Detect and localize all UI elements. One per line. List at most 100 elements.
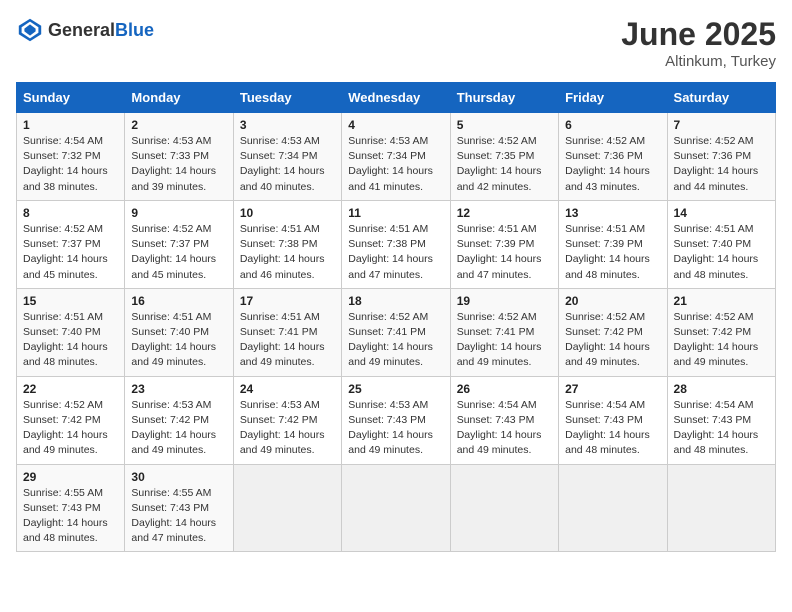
table-row: [667, 464, 775, 552]
day-number: 12: [457, 206, 552, 220]
day-number: 7: [674, 118, 769, 132]
day-number: 4: [348, 118, 443, 132]
day-number: 21: [674, 294, 769, 308]
day-info: Sunrise: 4:51 AMSunset: 7:40 PMDaylight:…: [131, 310, 226, 371]
col-monday: Monday: [125, 83, 233, 113]
col-tuesday: Tuesday: [233, 83, 341, 113]
day-info: Sunrise: 4:52 AMSunset: 7:36 PMDaylight:…: [565, 134, 660, 195]
day-info: Sunrise: 4:51 AMSunset: 7:40 PMDaylight:…: [674, 222, 769, 283]
table-row: 19 Sunrise: 4:52 AMSunset: 7:41 PMDayligh…: [450, 288, 558, 376]
day-info: Sunrise: 4:52 AMSunset: 7:35 PMDaylight:…: [457, 134, 552, 195]
table-row: 15 Sunrise: 4:51 AMSunset: 7:40 PMDayligh…: [17, 288, 125, 376]
day-number: 2: [131, 118, 226, 132]
table-row: 14 Sunrise: 4:51 AMSunset: 7:40 PMDayligh…: [667, 200, 775, 288]
day-info: Sunrise: 4:53 AMSunset: 7:34 PMDaylight:…: [240, 134, 335, 195]
month-year-title: June 2025: [621, 16, 776, 53]
table-row: 7 Sunrise: 4:52 AMSunset: 7:36 PMDaylight…: [667, 113, 775, 201]
day-number: 13: [565, 206, 660, 220]
logo-blue: Blue: [115, 20, 154, 40]
table-row: 2 Sunrise: 4:53 AMSunset: 7:33 PMDaylight…: [125, 113, 233, 201]
day-number: 16: [131, 294, 226, 308]
day-info: Sunrise: 4:54 AMSunset: 7:43 PMDaylight:…: [674, 398, 769, 459]
table-row: 30 Sunrise: 4:55 AMSunset: 7:43 PMDayligh…: [125, 464, 233, 552]
calendar-week-2: 8 Sunrise: 4:52 AMSunset: 7:37 PMDaylight…: [17, 200, 776, 288]
day-number: 23: [131, 382, 226, 396]
table-row: 16 Sunrise: 4:51 AMSunset: 7:40 PMDayligh…: [125, 288, 233, 376]
logo-icon: [16, 16, 44, 44]
table-row: 17 Sunrise: 4:51 AMSunset: 7:41 PMDayligh…: [233, 288, 341, 376]
table-row: 28 Sunrise: 4:54 AMSunset: 7:43 PMDayligh…: [667, 376, 775, 464]
day-info: Sunrise: 4:53 AMSunset: 7:43 PMDaylight:…: [348, 398, 443, 459]
day-info: Sunrise: 4:55 AMSunset: 7:43 PMDaylight:…: [23, 486, 118, 547]
table-row: 29 Sunrise: 4:55 AMSunset: 7:43 PMDayligh…: [17, 464, 125, 552]
table-row: [559, 464, 667, 552]
day-number: 9: [131, 206, 226, 220]
day-number: 27: [565, 382, 660, 396]
day-number: 17: [240, 294, 335, 308]
day-info: Sunrise: 4:51 AMSunset: 7:39 PMDaylight:…: [565, 222, 660, 283]
col-friday: Friday: [559, 83, 667, 113]
table-row: 3Sunrise: 4:53 AMSunset: 7:34 PMDaylight…: [233, 113, 341, 201]
table-row: 26Sunrise: 4:54 AMSunset: 7:43 PMDayligh…: [450, 376, 558, 464]
table-row: 23 Sunrise: 4:53 AMSunset: 7:42 PMDayligh…: [125, 376, 233, 464]
day-info: Sunrise: 4:51 AMSunset: 7:38 PMDaylight:…: [348, 222, 443, 283]
table-row: 9 Sunrise: 4:52 AMSunset: 7:37 PMDaylight…: [125, 200, 233, 288]
table-row: 13 Sunrise: 4:51 AMSunset: 7:39 PMDayligh…: [559, 200, 667, 288]
day-info: Sunrise: 4:54 AMSunset: 7:32 PMDaylight:…: [23, 134, 118, 195]
day-info: Sunrise: 4:53 AMSunset: 7:42 PMDaylight:…: [240, 398, 335, 459]
day-info: Sunrise: 4:55 AMSunset: 7:43 PMDaylight:…: [131, 486, 226, 547]
day-info: Sunrise: 4:52 AMSunset: 7:42 PMDaylight:…: [23, 398, 118, 459]
table-row: 24 Sunrise: 4:53 AMSunset: 7:42 PMDayligh…: [233, 376, 341, 464]
page-header: GeneralBlue June 2025 Altinkum, Turkey: [16, 16, 776, 70]
day-info: Sunrise: 4:51 AMSunset: 7:40 PMDaylight:…: [23, 310, 118, 371]
day-info: Sunrise: 4:51 AMSunset: 7:39 PMDaylight:…: [457, 222, 552, 283]
day-info: Sunrise: 4:53 AMSunset: 7:33 PMDaylight:…: [131, 134, 226, 195]
day-info: Sunrise: 4:52 AMSunset: 7:41 PMDaylight:…: [457, 310, 552, 371]
day-info: Sunrise: 4:52 AMSunset: 7:37 PMDaylight:…: [131, 222, 226, 283]
day-info: Sunrise: 4:52 AMSunset: 7:37 PMDaylight:…: [23, 222, 118, 283]
table-row: 6 Sunrise: 4:52 AMSunset: 7:36 PMDaylight…: [559, 113, 667, 201]
calendar-week-1: 1Sunrise: 4:54 AMSunset: 7:32 PMDaylight…: [17, 113, 776, 201]
day-info: Sunrise: 4:51 AMSunset: 7:38 PMDaylight:…: [240, 222, 335, 283]
table-row: 25 Sunrise: 4:53 AMSunset: 7:43 PMDayligh…: [342, 376, 450, 464]
day-number: 10: [240, 206, 335, 220]
day-number: 28: [674, 382, 769, 396]
day-number: 14: [674, 206, 769, 220]
col-saturday: Saturday: [667, 83, 775, 113]
calendar-week-3: 15 Sunrise: 4:51 AMSunset: 7:40 PMDayligh…: [17, 288, 776, 376]
day-number: 29: [23, 470, 118, 484]
table-row: 8 Sunrise: 4:52 AMSunset: 7:37 PMDaylight…: [17, 200, 125, 288]
col-sunday: Sunday: [17, 83, 125, 113]
col-thursday: Thursday: [450, 83, 558, 113]
day-number: 8: [23, 206, 118, 220]
day-number: 24: [240, 382, 335, 396]
day-number: 30: [131, 470, 226, 484]
day-info: Sunrise: 4:52 AMSunset: 7:41 PMDaylight:…: [348, 310, 443, 371]
day-number: 11: [348, 206, 443, 220]
day-number: 25: [348, 382, 443, 396]
day-info: Sunrise: 4:53 AMSunset: 7:34 PMDaylight:…: [348, 134, 443, 195]
day-info: Sunrise: 4:54 AMSunset: 7:43 PMDaylight:…: [565, 398, 660, 459]
table-row: [450, 464, 558, 552]
day-info: Sunrise: 4:52 AMSunset: 7:42 PMDaylight:…: [565, 310, 660, 371]
table-row: 5 Sunrise: 4:52 AMSunset: 7:35 PMDaylight…: [450, 113, 558, 201]
table-row: 27 Sunrise: 4:54 AMSunset: 7:43 PMDayligh…: [559, 376, 667, 464]
day-number: 5: [457, 118, 552, 132]
day-number: 20: [565, 294, 660, 308]
title-block: June 2025 Altinkum, Turkey: [621, 16, 776, 70]
table-row: [233, 464, 341, 552]
day-number: 18: [348, 294, 443, 308]
table-row: 18 Sunrise: 4:52 AMSunset: 7:41 PMDayligh…: [342, 288, 450, 376]
logo-general: General: [48, 20, 115, 40]
calendar-week-4: 22Sunrise: 4:52 AMSunset: 7:42 PMDayligh…: [17, 376, 776, 464]
day-number: 15: [23, 294, 118, 308]
day-info: Sunrise: 4:53 AMSunset: 7:42 PMDaylight:…: [131, 398, 226, 459]
table-row: 12 Sunrise: 4:51 AMSunset: 7:39 PMDayligh…: [450, 200, 558, 288]
day-info: Sunrise: 4:51 AMSunset: 7:41 PMDaylight:…: [240, 310, 335, 371]
location-subtitle: Altinkum, Turkey: [621, 53, 776, 70]
day-number: 19: [457, 294, 552, 308]
day-number: 26: [457, 382, 552, 396]
logo-text: GeneralBlue: [48, 20, 154, 41]
day-number: 6: [565, 118, 660, 132]
day-info: Sunrise: 4:52 AMSunset: 7:36 PMDaylight:…: [674, 134, 769, 195]
